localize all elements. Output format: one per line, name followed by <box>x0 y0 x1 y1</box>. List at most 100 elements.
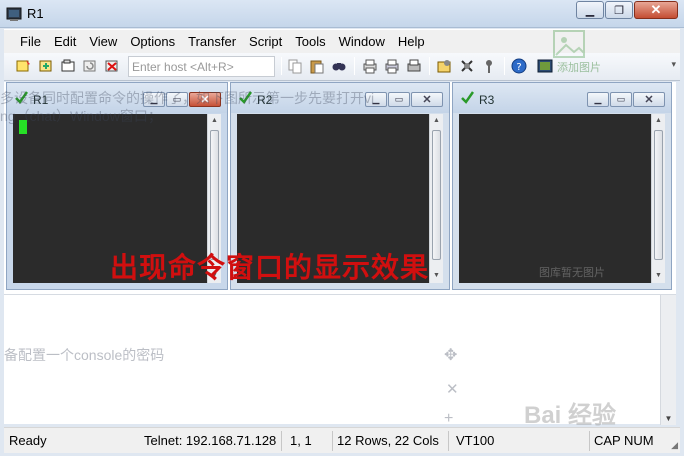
find-icon[interactable] <box>331 58 347 74</box>
copy-icon[interactable] <box>287 58 303 74</box>
toolbar-overflow-icon[interactable]: ▾ <box>671 59 676 70</box>
help-icon[interactable]: ? <box>511 58 527 74</box>
scroll-up-arrow-icon[interactable]: ▲ <box>430 114 443 128</box>
minimize-icon: ▁ <box>372 94 380 104</box>
scroll-down-arrow-icon[interactable]: ▼ <box>652 269 665 283</box>
session-maximize-button[interactable]: ▭ <box>388 92 410 107</box>
status-num: NUM <box>624 433 654 448</box>
terminal-scrollbar[interactable]: ▲ ▼ <box>429 114 443 283</box>
session-minimize-button[interactable]: ▁ <box>143 92 165 107</box>
close-icon: ✕ <box>644 94 654 106</box>
resize-grip-icon[interactable]: ◢ <box>671 440 678 451</box>
app-terminal-icon <box>6 7 22 21</box>
toolbar-separator <box>429 57 430 75</box>
connected-check-icon <box>461 91 474 104</box>
menu-help[interactable]: Help <box>398 34 425 49</box>
minimize-icon: ▁ <box>594 94 602 104</box>
maximize-icon: ▭ <box>394 94 404 104</box>
menu-view[interactable]: View <box>89 34 117 49</box>
session-minimize-button[interactable]: ▁ <box>587 92 609 107</box>
connected-check-icon <box>15 91 28 104</box>
ghost-line-3: 备配置一个console的密码 <box>4 347 165 363</box>
mdi-lower-area: 备配置一个console的密码 ✥ ✕ + Bai 经验 ▼ <box>4 294 676 429</box>
menu-options[interactable]: Options <box>130 34 175 49</box>
scroll-thumb[interactable] <box>210 130 219 260</box>
watermark-text: Bai 经验 <box>524 402 617 429</box>
close-icon: ✕ <box>200 94 210 106</box>
scroll-thumb[interactable] <box>432 130 441 260</box>
svg-text:?: ? <box>516 62 521 73</box>
close-icon: ✕ <box>650 2 662 17</box>
menu-edit[interactable]: Edit <box>54 34 76 49</box>
status-dimensions: 12 Rows, 22 Cols <box>337 433 439 448</box>
keymap-icon[interactable] <box>481 58 497 74</box>
print-screen-icon[interactable] <box>362 58 378 74</box>
scroll-down-arrow-icon[interactable]: ▼ <box>430 269 443 283</box>
session-options-icon[interactable] <box>436 58 452 74</box>
scroll-up-arrow-icon[interactable]: ▲ <box>652 114 665 128</box>
paste-icon[interactable] <box>309 58 325 74</box>
terminal-cursor <box>19 120 27 134</box>
menu-script[interactable]: Script <box>249 34 282 49</box>
lower-scrollbar[interactable]: ▼ <box>660 295 676 425</box>
global-options-icon[interactable] <box>459 58 475 74</box>
scroll-thumb[interactable] <box>654 130 663 260</box>
session-titlebar[interactable]: R2 ▁ ▭ ✕ <box>231 83 449 113</box>
ghost-image-icon <box>553 30 585 58</box>
status-cursor-position: 1, 1 <box>290 433 312 448</box>
session-close-button[interactable]: ✕ <box>189 92 221 107</box>
terminal-scrollbar[interactable]: ▲ ▼ <box>651 114 665 283</box>
status-connection: Telnet: 192.168.71.128 <box>144 433 277 448</box>
print-selection-icon[interactable] <box>384 58 400 74</box>
print-icon[interactable] <box>406 58 422 74</box>
status-caps: CAP <box>594 433 621 448</box>
status-separator <box>589 431 590 451</box>
maximize-icon: ▭ <box>172 94 182 104</box>
status-separator <box>332 431 333 451</box>
status-separator <box>448 431 449 451</box>
quick-connect-icon[interactable] <box>38 58 54 74</box>
status-bar: Ready Telnet: 192.168.71.128 1, 1 12 Row… <box>4 427 680 453</box>
maximize-button[interactable]: ❐ <box>605 1 633 19</box>
connect-tab-icon[interactable] <box>60 58 76 74</box>
menu-window[interactable]: Window <box>339 34 385 49</box>
session-maximize-button[interactable]: ▭ <box>166 92 188 107</box>
session-maximize-button[interactable]: ▭ <box>610 92 632 107</box>
session-name: R1 <box>33 93 49 107</box>
minimize-icon: ▁ <box>585 4 595 17</box>
session-titlebar[interactable]: R1 ▁ ▭ ✕ <box>7 83 227 113</box>
status-ready: Ready <box>9 433 47 448</box>
ghost-no-image: 图库暂无图片 <box>539 267 605 279</box>
menu-file[interactable]: File <box>20 34 41 49</box>
session-name: R3 <box>479 93 495 107</box>
session-close-button[interactable]: ✕ <box>411 92 443 107</box>
toolbar-separator <box>504 57 505 75</box>
scroll-up-arrow-icon[interactable]: ▲ <box>208 114 221 128</box>
status-terminal-type: VT100 <box>456 433 495 448</box>
status-separator <box>281 431 282 451</box>
window-title: R1 <box>27 6 44 21</box>
maximize-icon: ▭ <box>616 94 626 104</box>
title-bar: R1 ▁ ❐ ✕ <box>0 0 684 28</box>
close-button[interactable]: ✕ <box>634 1 678 19</box>
close-icon: ✕ <box>422 94 432 106</box>
disconnect-icon[interactable] <box>104 58 120 74</box>
menu-transfer[interactable]: Transfer <box>188 34 236 49</box>
scroll-down-arrow-icon[interactable]: ▼ <box>661 414 676 423</box>
session-minimize-button[interactable]: ▁ <box>365 92 387 107</box>
menu-tools[interactable]: Tools <box>295 34 325 49</box>
session-name: R2 <box>257 93 273 107</box>
session-close-button[interactable]: ✕ <box>633 92 665 107</box>
session-titlebar[interactable]: R3 ▁ ▭ ✕ <box>453 83 671 113</box>
reconnect-icon[interactable] <box>82 58 98 74</box>
restore-icon: ❐ <box>614 4 624 17</box>
connect-icon[interactable] <box>16 58 32 74</box>
session-window-r3: R3 ▁ ▭ ✕ 图库暂无图片 ▲ ▼ <box>452 82 672 290</box>
connected-check-icon <box>239 91 252 104</box>
minimize-button[interactable]: ▁ <box>576 1 604 19</box>
annotation-text: 出现命令窗口的显示效果 <box>110 251 430 284</box>
host-input[interactable] <box>128 56 275 77</box>
terminal-screen[interactable]: 图库暂无图片 <box>459 114 651 283</box>
ghost-plus-icon: + <box>444 410 454 427</box>
minimize-icon: ▁ <box>150 94 158 104</box>
